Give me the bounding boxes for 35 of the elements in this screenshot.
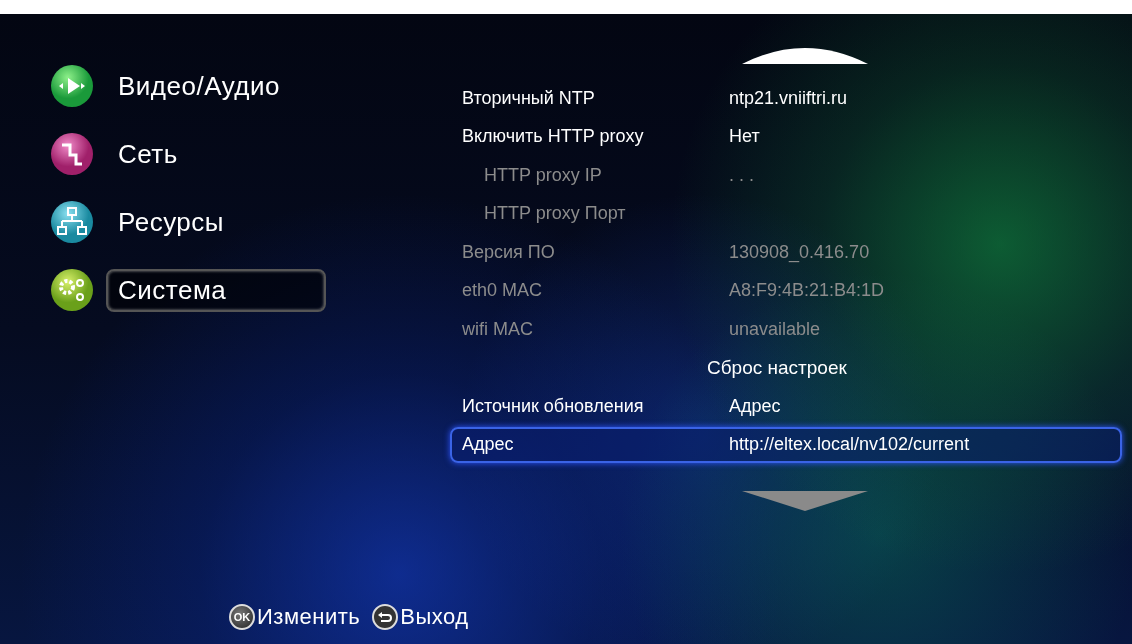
setting-label: Адрес — [462, 434, 515, 455]
menu-item[interactable]: Сеть — [106, 132, 326, 176]
setting-label: Версия ПО — [462, 241, 556, 263]
back-key-icon — [372, 604, 399, 630]
menu-item[interactable]: Система — [106, 268, 326, 312]
setting-value: . . . — [729, 164, 755, 186]
setting-value: Адрес — [729, 395, 782, 417]
menu-item[interactable]: Ресурсы — [106, 200, 326, 244]
reset-button[interactable]: Сброс настроек — [450, 349, 1122, 386]
menu-item[interactable]: Видео/Аудио — [106, 64, 326, 108]
setting-label: wifi MAC — [462, 318, 534, 340]
setting-label: eth0 MAC — [462, 280, 544, 301]
gears-icon — [50, 268, 94, 312]
setting-value: Нет — [729, 126, 761, 147]
setting-value: 130908_0.416.70 — [729, 241, 871, 263]
setting-label: Включить HTTP proxy — [462, 126, 645, 147]
setting-label: HTTP proxy IP — [483, 164, 603, 186]
settings-row[interactable]: Адрес http://eltex.local/nv102/current — [450, 426, 1122, 463]
ok-key-icon: OK — [229, 604, 255, 630]
hint-label: Изменить — [257, 604, 361, 630]
play-icon — [50, 64, 94, 108]
setting-value: A8:F9:4B:21:B4:1D — [729, 280, 886, 301]
setting-value: ntp21.vniiftri.ru — [729, 87, 849, 109]
hint-label: Выход — [400, 604, 469, 630]
scroll-down-arrow-icon[interactable] — [742, 489, 868, 513]
settings-row[interactable]: Вторичный NTP ntp21.vniiftri.ru — [450, 80, 1122, 116]
setting-label: Вторичный NTP — [462, 87, 596, 109]
setting-value: unavailable — [729, 318, 822, 340]
settings-row[interactable]: Источник обновления Адрес — [450, 388, 1122, 424]
setting-label: HTTP proxy Порт — [483, 203, 627, 224]
setting-label: Источник обновления — [462, 395, 645, 417]
cable-icon — [50, 132, 94, 176]
network-icon — [50, 200, 94, 244]
settings-row[interactable]: Включить HTTP proxy Нет — [450, 118, 1122, 155]
setting-value: http://eltex.local/nv102/current — [729, 434, 971, 455]
